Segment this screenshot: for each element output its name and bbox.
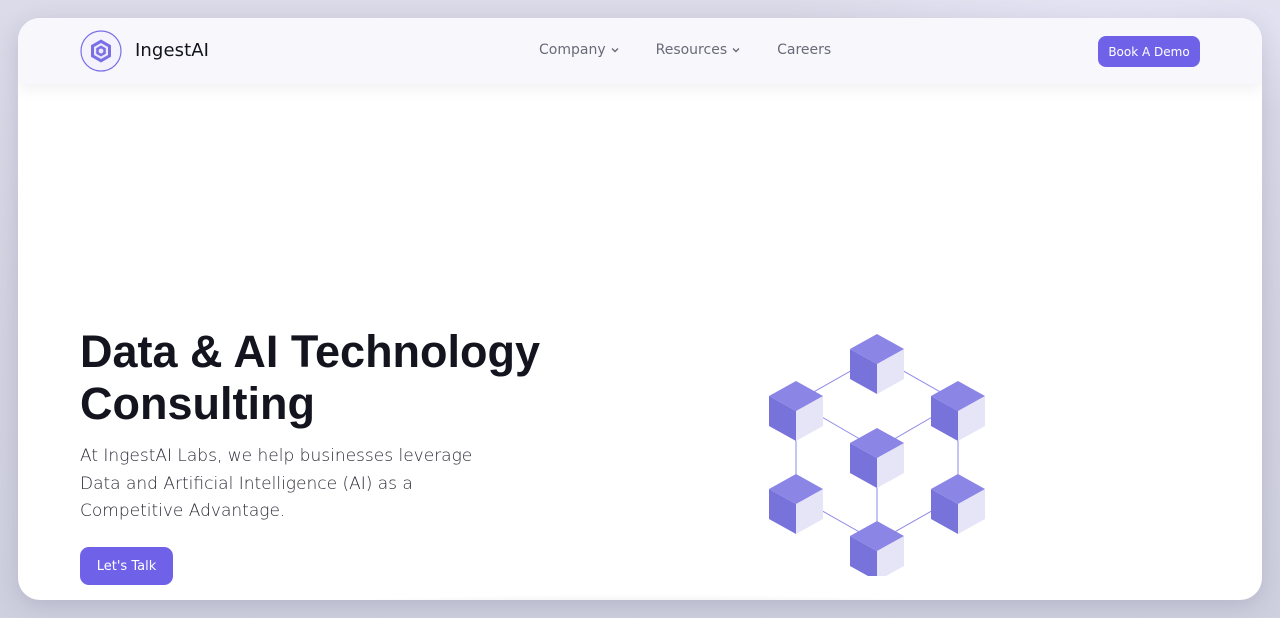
book-demo-button[interactable]: Book A Demo [1098,36,1200,67]
chevron-down-icon [732,48,740,53]
cube-1 [850,334,904,394]
hero-title-line-2: Consulting [80,378,315,429]
cube-4 [850,428,904,488]
nav-item-label: Careers [777,42,832,58]
nav-item-label: Company [539,42,606,58]
cube-2 [769,381,823,441]
hero-title: Data & AI Technology Consulting [80,326,560,430]
top-navbar: IngestAI Company Resources Careers Book … [18,18,1262,84]
cube-7 [850,521,904,576]
nav-links: Company Resources Careers [539,42,831,58]
cube-network-icon [769,334,985,576]
lets-talk-button[interactable]: Let's Talk [80,547,173,585]
hero-title-line-1: Data & AI Technology [80,326,541,377]
browser-window: IngestAI Company Resources Careers Book … [18,18,1262,600]
cube-group [769,334,985,576]
nav-item-careers[interactable]: Careers [777,42,831,58]
hexagon-logo-icon[interactable] [80,30,122,72]
nav-item-resources[interactable]: Resources [656,42,742,58]
cube-6 [931,474,985,534]
chevron-down-icon [611,48,619,53]
nav-item-label: Resources [655,42,728,58]
brand-name[interactable]: IngestAI [135,40,209,61]
hero-bottom-shadow [208,594,1068,600]
hero-subtitle: At IngestAI Labs, we help businesses lev… [80,446,473,521]
cube-3 [931,381,985,441]
cube-5 [769,474,823,534]
nav-item-company[interactable]: Company [539,42,620,58]
